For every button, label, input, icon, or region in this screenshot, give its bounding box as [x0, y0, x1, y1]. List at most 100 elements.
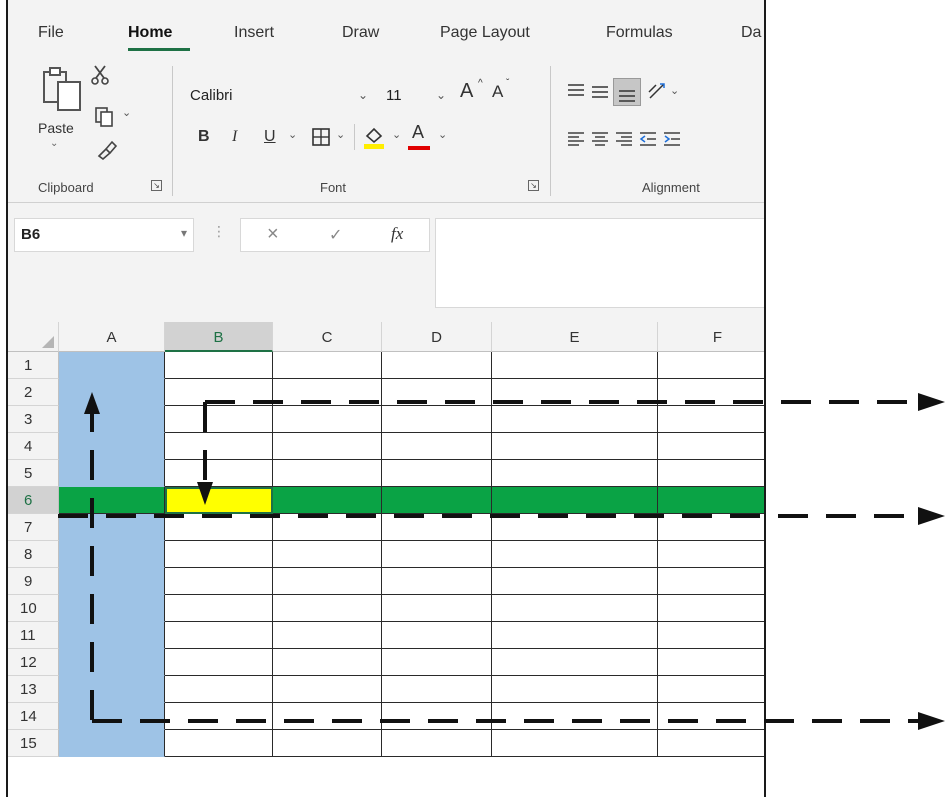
cell-c13[interactable]: [273, 676, 382, 703]
fill-color-icon[interactable]: [362, 124, 386, 150]
cell-a8[interactable]: [59, 541, 165, 568]
font-color-dropdown-icon[interactable]: ⌄: [438, 128, 447, 141]
bold-button[interactable]: B: [198, 128, 210, 146]
cell-a4[interactable]: [59, 433, 165, 460]
cell-f2[interactable]: [658, 379, 764, 406]
cell-b7[interactable]: [165, 514, 273, 541]
select-all-button[interactable]: [8, 322, 59, 352]
cell-d14[interactable]: [382, 703, 492, 730]
cell-b10[interactable]: [165, 595, 273, 622]
borders-icon[interactable]: [312, 128, 330, 146]
cell-d7[interactable]: [382, 514, 492, 541]
cell-d1[interactable]: [382, 352, 492, 379]
cell-b3[interactable]: [165, 406, 273, 433]
cell-f6[interactable]: [658, 487, 764, 514]
cell-f9[interactable]: [658, 568, 764, 595]
cell-a14[interactable]: [59, 703, 165, 730]
cell-a9[interactable]: [59, 568, 165, 595]
font-name-combo[interactable]: Calibri ⌄: [188, 84, 378, 108]
cell-d12[interactable]: [382, 649, 492, 676]
cell-f5[interactable]: [658, 460, 764, 487]
cell-a3[interactable]: [59, 406, 165, 433]
borders-dropdown-icon[interactable]: ⌄: [336, 128, 345, 141]
decrease-indent-icon[interactable]: [638, 130, 658, 148]
cell-c7[interactable]: [273, 514, 382, 541]
cell-c6[interactable]: [273, 487, 382, 514]
cell-a12[interactable]: [59, 649, 165, 676]
copy-icon[interactable]: [94, 106, 118, 128]
cell-e5[interactable]: [492, 460, 658, 487]
cell-b8[interactable]: [165, 541, 273, 568]
cell-a7[interactable]: [59, 514, 165, 541]
row-header-12[interactable]: 12: [8, 649, 59, 676]
orientation-icon[interactable]: [646, 80, 668, 102]
cell-d15[interactable]: [382, 730, 492, 757]
copy-dropdown-icon[interactable]: ⌄: [122, 106, 131, 119]
align-top-icon[interactable]: [566, 82, 586, 100]
column-header-b[interactable]: B: [165, 322, 273, 352]
increase-indent-icon[interactable]: [662, 130, 682, 148]
align-center-icon[interactable]: [590, 130, 610, 148]
cell-f12[interactable]: [658, 649, 764, 676]
cell-e6[interactable]: [492, 487, 658, 514]
cell-e3[interactable]: [492, 406, 658, 433]
row-header-2[interactable]: 2: [8, 379, 59, 406]
clipboard-launcher-icon[interactable]: ↘: [151, 180, 162, 191]
cell-e8[interactable]: [492, 541, 658, 568]
cell-b5[interactable]: [165, 460, 273, 487]
cell-f7[interactable]: [658, 514, 764, 541]
font-color-button[interactable]: A: [412, 122, 424, 143]
cell-e10[interactable]: [492, 595, 658, 622]
cell-f10[interactable]: [658, 595, 764, 622]
cell-c1[interactable]: [273, 352, 382, 379]
cell-a13[interactable]: [59, 676, 165, 703]
cell-a6[interactable]: [59, 487, 165, 514]
cell-f13[interactable]: [658, 676, 764, 703]
paste-dropdown-icon[interactable]: ⌄: [50, 138, 58, 149]
format-painter-icon[interactable]: [96, 138, 118, 160]
enter-entry-button[interactable]: ✓: [329, 225, 342, 245]
fill-color-dropdown-icon[interactable]: ⌄: [392, 128, 401, 141]
tab-home[interactable]: Home: [128, 24, 172, 42]
cell-e14[interactable]: [492, 703, 658, 730]
cell-b6[interactable]: [165, 487, 273, 514]
align-left-icon[interactable]: [566, 130, 586, 148]
cell-c12[interactable]: [273, 649, 382, 676]
font-size-combo[interactable]: 11 ⌄: [384, 84, 450, 108]
tab-insert[interactable]: Insert: [234, 24, 274, 42]
cell-d10[interactable]: [382, 595, 492, 622]
column-header-c[interactable]: C: [273, 322, 382, 352]
align-bottom-button[interactable]: [613, 78, 641, 106]
row-header-1[interactable]: 1: [8, 352, 59, 379]
cell-c9[interactable]: [273, 568, 382, 595]
tab-formulas[interactable]: Formulas: [606, 24, 673, 42]
shrink-font-button[interactable]: A: [492, 82, 503, 102]
align-right-icon[interactable]: [614, 130, 634, 148]
font-launcher-icon[interactable]: ↘: [528, 180, 539, 191]
row-header-9[interactable]: 9: [8, 568, 59, 595]
column-header-f[interactable]: F: [658, 322, 764, 352]
cell-e12[interactable]: [492, 649, 658, 676]
row-header-14[interactable]: 14: [8, 703, 59, 730]
cell-e2[interactable]: [492, 379, 658, 406]
cell-a1[interactable]: [59, 352, 165, 379]
cell-c14[interactable]: [273, 703, 382, 730]
tab-page-layout[interactable]: Page Layout: [440, 24, 530, 42]
cell-b2[interactable]: [165, 379, 273, 406]
cell-f11[interactable]: [658, 622, 764, 649]
cell-d9[interactable]: [382, 568, 492, 595]
cell-b12[interactable]: [165, 649, 273, 676]
cell-c4[interactable]: [273, 433, 382, 460]
row-header-10[interactable]: 10: [8, 595, 59, 622]
row-header-8[interactable]: 8: [8, 541, 59, 568]
tab-data[interactable]: Da: [741, 24, 761, 42]
cut-icon[interactable]: [90, 64, 110, 86]
cell-c5[interactable]: [273, 460, 382, 487]
cell-f1[interactable]: [658, 352, 764, 379]
orientation-dropdown-icon[interactable]: ⌄: [670, 84, 679, 97]
cell-e11[interactable]: [492, 622, 658, 649]
grow-font-button[interactable]: A: [460, 80, 473, 103]
cell-c2[interactable]: [273, 379, 382, 406]
insert-function-button[interactable]: fx: [391, 224, 403, 244]
row-header-4[interactable]: 4: [8, 433, 59, 460]
